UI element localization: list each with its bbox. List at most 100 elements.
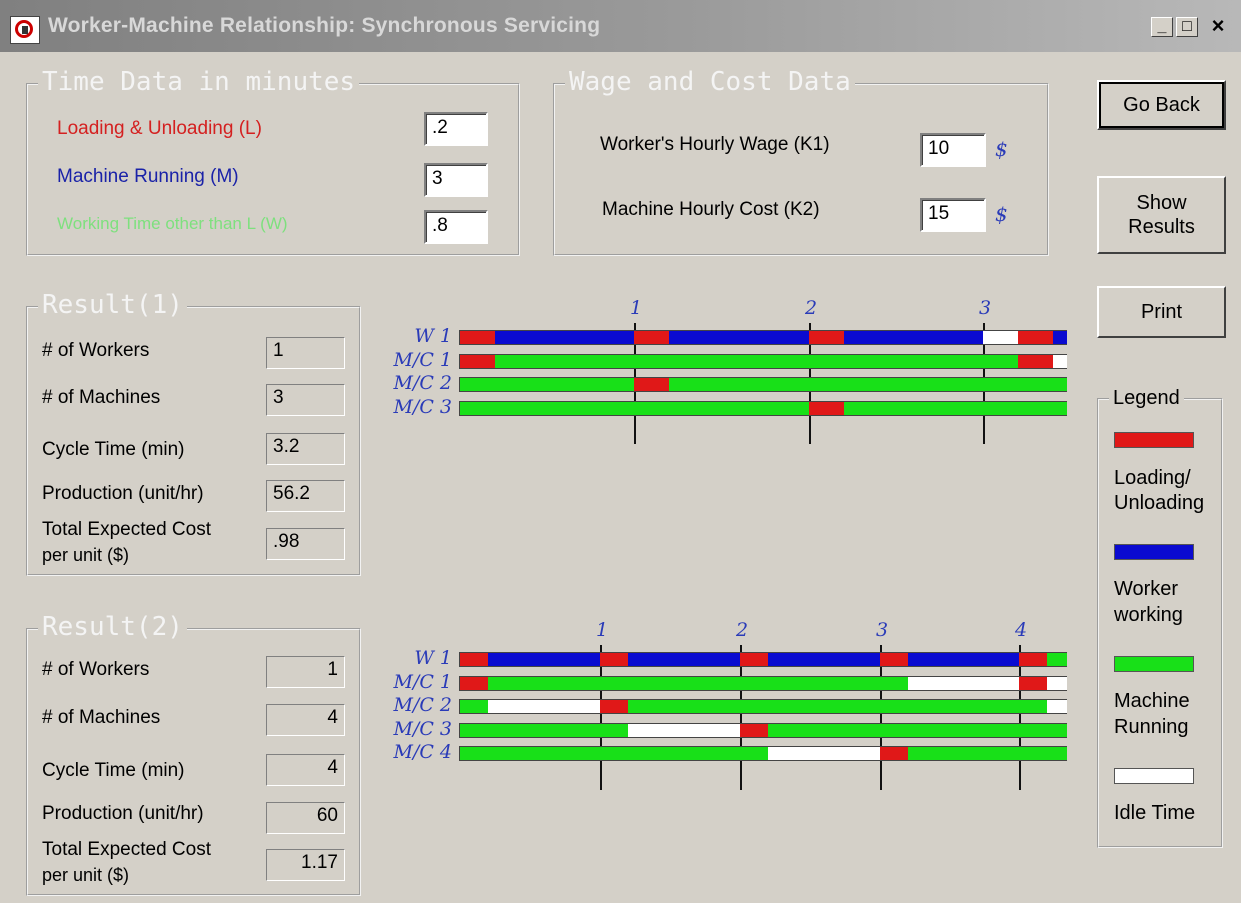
show-results-label-2: Results — [1128, 216, 1195, 238]
r1-cost-value: .98 — [266, 528, 345, 560]
wage-label: Worker's Hourly Wage (K1) — [600, 134, 830, 155]
gantt-segment — [487, 675, 908, 691]
cost-label: Machine Hourly Cost (K2) — [602, 199, 820, 220]
maximize-button[interactable]: □ — [1176, 17, 1198, 37]
gantt-segment — [634, 330, 670, 345]
gantt-segment — [1053, 353, 1067, 369]
print-button[interactable]: Print — [1097, 286, 1226, 338]
gantt-segment — [879, 652, 908, 667]
gantt-segment — [669, 330, 809, 345]
wage-input[interactable]: 10 — [920, 133, 986, 167]
r2-cost-label-2: per unit ($) — [42, 865, 130, 885]
gantt-row-start — [459, 699, 460, 714]
gantt-segment — [843, 330, 984, 345]
r2-production-label: Production (unit/hr) — [42, 803, 204, 824]
gantt-segment — [767, 652, 880, 667]
window-title: Worker-Machine Relationship: Synchronous… — [48, 14, 601, 37]
gantt-chart-1: 1 2 3 W 1 M/C 1 M/C 2 M/C 3 — [380, 295, 1070, 445]
working-label: Working Time other than L (W) — [57, 214, 288, 233]
result2-title: Result(2) — [38, 611, 187, 643]
gantt-row-label: M/C 4 — [393, 741, 452, 763]
r2-workers-label: # of Workers — [42, 659, 150, 680]
r1-cost-label-2: per unit ($) — [42, 545, 130, 565]
cost-input[interactable]: 15 — [920, 198, 986, 232]
go-back-button[interactable]: Go Back — [1097, 80, 1226, 130]
gantt-segment — [487, 652, 600, 667]
title-bar[interactable]: Worker-Machine Relationship: Synchronous… — [0, 0, 1241, 52]
r1-cycle-value: 3.2 — [266, 433, 345, 465]
gantt-segment — [808, 400, 844, 416]
r1-production-label: Production (unit/hr) — [42, 483, 204, 504]
r2-production-value: 60 — [266, 802, 345, 834]
gantt-segment — [1047, 652, 1067, 667]
gantt-segment — [1047, 699, 1067, 714]
gantt-segment — [634, 377, 670, 392]
gantt-row-start — [459, 330, 460, 345]
gantt-segment — [767, 746, 880, 761]
loading-label: Loading & Unloading (L) — [57, 118, 262, 139]
gantt-row-label: M/C 1 — [393, 670, 452, 693]
r2-cycle-value: 4 — [266, 754, 345, 786]
gantt-segment — [907, 652, 1020, 667]
r1-machines-value: 3 — [266, 384, 345, 416]
gantt-row-start — [459, 400, 460, 416]
gantt-tick-label: 2 — [736, 619, 749, 641]
gantt-segment — [460, 722, 628, 738]
gantt-tick-label: 2 — [805, 297, 818, 319]
gantt-segment — [460, 400, 809, 416]
legend-loading-1: Loading/ — [1114, 467, 1191, 489]
gantt-tick-label: 3 — [876, 619, 889, 641]
legend-worker-1: Worker — [1114, 578, 1179, 600]
gantt-segment — [460, 377, 635, 392]
r2-cost-value: 1.17 — [266, 849, 345, 881]
gantt-segment — [1053, 330, 1067, 345]
gantt-segment — [460, 652, 488, 667]
gantt-segment — [460, 746, 768, 761]
r1-cycle-label: Cycle Time (min) — [42, 439, 185, 460]
gantt-segment — [907, 675, 1020, 691]
r1-workers-value: 1 — [266, 337, 345, 369]
gantt-segment — [494, 353, 1019, 369]
gantt-row-start — [459, 652, 460, 667]
legend-worker-2: working — [1114, 604, 1183, 626]
legend-swatch-idle — [1114, 768, 1194, 784]
r2-cycle-label: Cycle Time (min) — [42, 760, 185, 781]
gantt-segment — [460, 330, 495, 345]
gantt-segment — [879, 746, 908, 761]
gantt-row-start — [459, 675, 460, 691]
gantt-row-label: M/C 1 — [393, 348, 452, 371]
gantt-segment — [627, 699, 1048, 714]
running-input[interactable]: 3 — [424, 163, 488, 197]
legend-idle: Idle Time — [1114, 802, 1196, 824]
close-button[interactable]: × — [1207, 15, 1229, 37]
gantt-row-start — [459, 746, 460, 761]
show-results-button[interactable]: Show Results — [1097, 176, 1226, 254]
gantt-segment — [460, 353, 495, 369]
gantt-segment — [627, 652, 740, 667]
gantt-segment — [907, 746, 1067, 761]
gantt-segment — [1047, 675, 1067, 691]
gantt-row-label: M/C 2 — [393, 372, 452, 394]
result1-title: Result(1) — [38, 289, 187, 321]
gantt-row-label: W 1 — [414, 325, 452, 347]
legend-loading-2: Unloading — [1114, 492, 1205, 514]
gantt-row-label: W 1 — [414, 647, 452, 669]
gantt-segment — [487, 699, 600, 714]
gantt-segment — [460, 675, 488, 691]
r1-production-value: 56.2 — [266, 480, 345, 512]
loading-input[interactable]: .2 — [424, 112, 488, 146]
print-label: Print — [1140, 301, 1183, 323]
time-data-title: Time Data in minutes — [38, 66, 360, 98]
legend-running-2: Running — [1114, 716, 1189, 738]
cost-currency: $ — [995, 202, 1008, 226]
gantt-segment — [1019, 675, 1048, 691]
r2-machines-label: # of Machines — [42, 707, 161, 728]
working-input[interactable]: .8 — [424, 210, 488, 244]
minimize-button[interactable]: _ — [1151, 17, 1173, 37]
gantt-segment — [983, 330, 1019, 345]
gantt-segment — [739, 652, 768, 667]
gantt-segment — [669, 377, 1067, 392]
gantt-tick-label: 4 — [1015, 619, 1028, 641]
gantt-segment — [739, 722, 768, 738]
gantt-row-start — [459, 353, 460, 369]
